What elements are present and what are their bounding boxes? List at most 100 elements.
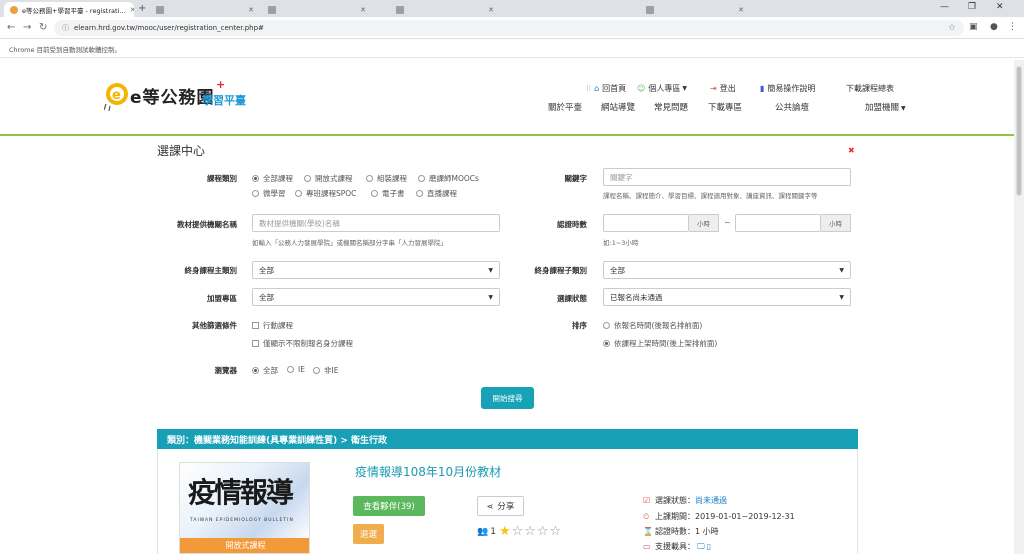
nav-download[interactable]: 下載專區 — [708, 101, 742, 113]
course-type-ebook[interactable]: 電子書 — [371, 188, 405, 199]
site-favicon-icon — [10, 5, 18, 14]
radio-icon — [371, 190, 378, 197]
personal-area-dropdown[interactable]: ☺ 個人專區 ▼ — [637, 83, 690, 94]
radio-icon — [252, 190, 259, 197]
hourglass-icon: ⌛ — [643, 527, 653, 536]
maximize-icon[interactable]: ❐ — [968, 2, 976, 12]
browser-tab[interactable]: ✕ — [262, 2, 372, 17]
header-divider — [0, 134, 1014, 136]
nav-about[interactable]: 關於平臺 — [548, 101, 582, 113]
profile-icon[interactable]: ● — [990, 22, 998, 32]
people-count: 1 — [490, 526, 496, 537]
keyword-hint: 課程名稱、課程簡介、學習目標、課程適用對象、講座資訊、課程關鍵字等 — [603, 192, 818, 200]
guide-link[interactable]: ▮ 簡易操作說明 — [760, 83, 815, 94]
page-title: 選課中心 — [157, 144, 206, 158]
reload-icon[interactable]: ↻ — [39, 22, 47, 33]
browser-tab-active[interactable]: e等公務園+學習平臺 - registrati… ✕ — [4, 2, 134, 17]
unrestricted-checkbox[interactable]: 僅顯示不限制報名身分課程 — [252, 338, 353, 349]
page-scrollbar[interactable] — [1014, 60, 1024, 554]
new-tab-icon[interactable]: + — [138, 3, 146, 14]
course-type-live[interactable]: 直播課程 — [416, 188, 457, 199]
share-button[interactable]: ⋖ 分享 — [477, 496, 524, 516]
caret-down-icon: ▼ — [839, 266, 844, 274]
info-icon[interactable]: ⓘ — [62, 23, 69, 33]
status-select[interactable]: 已報名尚未通過 ▼ — [603, 288, 851, 306]
browser-tab[interactable]: ✕ — [390, 2, 500, 17]
nav-alliance-dropdown[interactable]: 加盟機關 ▼ — [865, 101, 906, 113]
provider-hint: 如輸入「公務人力發展學院」或機關名稱部分字串「人力發展學院」 — [252, 239, 447, 247]
tablet-icon: ▯ — [706, 542, 712, 551]
browser-filter-all[interactable]: 全部 — [252, 365, 278, 376]
pin-icon[interactable]: ✖ — [848, 146, 855, 155]
course-type-spoc[interactable]: 專班課程SPOC — [295, 188, 356, 199]
sub-category-select[interactable]: 全部 ▼ — [603, 261, 851, 279]
download-course-list-link[interactable]: 下載課程總表 — [846, 83, 894, 94]
close-tab-icon[interactable]: ✕ — [356, 6, 366, 14]
alliance-select[interactable]: 全部 ▼ — [252, 288, 500, 306]
mobile-course-checkbox[interactable]: 行動課程 — [252, 320, 293, 331]
nav-faq[interactable]: 常見問題 — [654, 101, 688, 113]
hours-min-input[interactable] — [603, 214, 689, 232]
result-category-bar: 類別：機關業務知能訓練(具專業訓練性質) > 衛生行政 — [157, 429, 858, 449]
clock-icon: ⏲ — [643, 511, 650, 521]
logout-link[interactable]: ⇥ 登出 — [710, 83, 736, 94]
course-rating: 👥 1 ★☆☆☆☆ — [477, 524, 562, 539]
browser-tab-strip: e等公務園+學習平臺 - registrati… ✕ + ✕ ✕ ✕ ✕ — ❐… — [0, 0, 1024, 17]
close-tab-icon[interactable]: ✕ — [244, 6, 254, 14]
book-icon: ▮ — [760, 84, 765, 93]
nav-forum[interactable]: 公共論壇 — [775, 101, 809, 113]
meta-devices: ▭ 支援載具： 🖵 ▯ — [643, 541, 712, 552]
url-bar[interactable]: ⓘ elearn.hrd.gov.tw/mooc/user/registrati… — [54, 20, 964, 36]
browser-filter-ie[interactable]: IE — [287, 365, 305, 374]
close-tab-icon[interactable]: ✕ — [126, 6, 134, 14]
minimize-icon[interactable]: — — [940, 2, 949, 12]
drop-course-button[interactable]: 退選 — [353, 524, 384, 544]
checkbox-icon — [252, 322, 259, 329]
checkbox-icon — [252, 340, 259, 347]
nav-sitemap[interactable]: 網站導覽 — [601, 101, 635, 113]
extension-icon[interactable]: ▣ — [969, 22, 978, 32]
bookmark-star-icon[interactable]: ☆ — [948, 23, 956, 33]
close-tab-icon[interactable]: ✕ — [484, 6, 494, 14]
keyword-input[interactable]: 關鍵字 — [603, 168, 851, 186]
hours-max-unit: 小時 — [821, 214, 851, 232]
sort-label: 排序 — [572, 321, 587, 330]
home-link[interactable]: ⁝⁝ ⌂ 回首頁 — [586, 83, 626, 94]
start-search-button[interactable]: 開始搜尋 — [481, 387, 534, 409]
scrollbar-thumb[interactable] — [1016, 66, 1022, 196]
forward-arrow-icon[interactable]: → — [23, 22, 31, 33]
close-tab-icon[interactable]: ✕ — [734, 6, 744, 14]
radio-icon — [295, 190, 302, 197]
course-type-micro[interactable]: 微學習 — [252, 188, 286, 199]
course-thumbnail[interactable]: 疫情報導 TAIWAN EPIDEMIOLOGY BULLETIN 開放式課程 — [179, 462, 310, 554]
sort-by-register-time[interactable]: 依報名時間(後報名排前面) — [603, 320, 702, 331]
main-category-select[interactable]: 全部 ▼ — [252, 261, 500, 279]
back-arrow-icon[interactable]: ← — [7, 22, 15, 33]
page-content: e e等公務園 + 學習平臺 ⁝⁝ ⌂ 回首頁 ☺ 個人專區 ▼ ⇥ 登出 ▮ … — [0, 60, 1014, 554]
address-bar-row: ← → ↻ ⓘ elearn.hrd.gov.tw/mooc/user/regi… — [0, 17, 1024, 39]
course-type-open[interactable]: 開放式課程 — [304, 173, 353, 184]
course-type-label: 課程類別 — [207, 174, 237, 183]
radio-icon — [313, 367, 320, 374]
site-logo[interactable]: e e等公務園 + 學習平臺 — [104, 78, 274, 116]
menu-kebab-icon[interactable]: ⋮ — [1008, 22, 1017, 32]
rating-stars[interactable]: ★☆☆☆☆ — [499, 524, 562, 539]
course-type-all[interactable]: 全部課程 — [252, 173, 293, 184]
alliance-label: 加盟專區 — [207, 294, 237, 303]
close-window-icon[interactable]: ✕ — [996, 2, 1004, 12]
meta-hours: ⌛ 認證時數： 1 小時 — [643, 527, 719, 536]
radio-icon — [252, 175, 259, 182]
sort-by-publish-time[interactable]: 依課程上架時間(後上架排前面) — [603, 338, 717, 349]
browser-tab[interactable]: ✕ — [640, 2, 750, 17]
hours-max-input[interactable] — [735, 214, 821, 232]
radio-icon — [287, 366, 294, 373]
view-peers-button[interactable]: 查看夥伴(39) — [353, 496, 425, 516]
provider-input[interactable]: 教材提供機關(學校)名稱 — [252, 214, 500, 232]
star-empty-icon: ☆ — [549, 524, 563, 539]
course-title-link[interactable]: 疫情報導108年10月份教材 — [355, 463, 501, 480]
page-favicon-icon — [156, 5, 164, 14]
course-type-assembled[interactable]: 組裝課程 — [366, 173, 407, 184]
browser-tab[interactable]: ✕ — [150, 2, 260, 17]
browser-filter-non-ie[interactable]: 非IE — [313, 365, 338, 376]
course-type-moocs[interactable]: 磨課師MOOCs — [418, 173, 479, 184]
